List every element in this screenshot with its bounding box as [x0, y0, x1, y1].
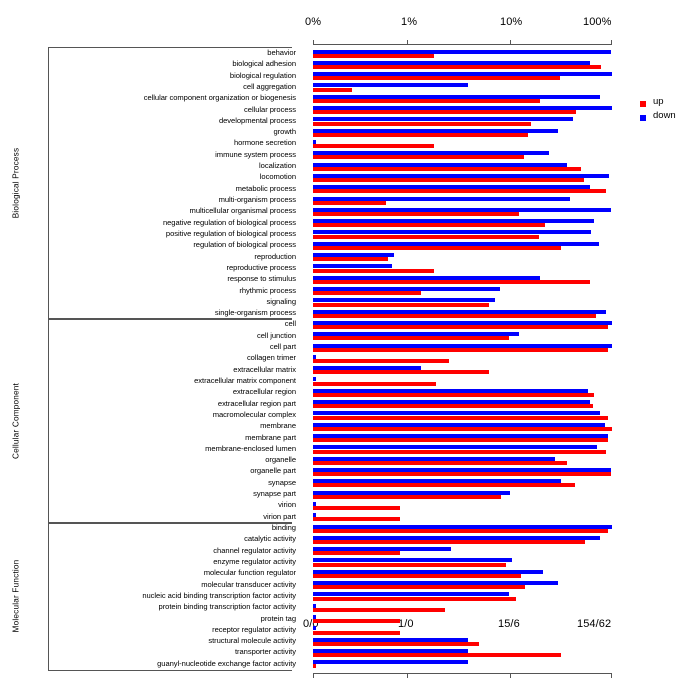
bar-up — [313, 630, 400, 635]
bar-up — [313, 325, 608, 330]
bar-up — [313, 415, 608, 420]
bottom-axis-tick — [313, 674, 315, 678]
group-bracket — [48, 521, 292, 671]
bar-down — [313, 660, 469, 665]
bar-up — [313, 393, 595, 397]
bottom-axis-tick — [610, 674, 612, 678]
bar-up — [313, 540, 586, 545]
bar-up — [313, 494, 502, 499]
go-enrichment-chart: 0% 1% 10% 100% 0/0 1/0 15/6 154/62 up do… — [0, 0, 700, 678]
bar-up — [313, 607, 445, 612]
bar-up — [313, 460, 568, 465]
bar-up — [313, 426, 612, 431]
bar-up — [313, 121, 532, 126]
bar-up — [313, 573, 521, 578]
bottom-axis-tick — [406, 674, 409, 678]
bar-up — [313, 370, 490, 375]
top-axis-tick — [510, 39, 512, 44]
bar-up — [313, 87, 352, 92]
bar-up — [313, 279, 590, 284]
bar-up — [313, 291, 421, 296]
bar-up — [313, 347, 608, 352]
top-axis-tick — [406, 39, 409, 44]
bar-up — [313, 336, 509, 341]
bar-up — [313, 144, 435, 149]
bar-up — [313, 257, 388, 262]
bar-up — [313, 53, 435, 58]
bar-up — [313, 664, 316, 669]
bar-up — [313, 178, 584, 183]
top-axis-tick — [313, 39, 315, 44]
bar-up — [313, 76, 560, 81]
bar-up — [313, 404, 593, 409]
bottom-axis-line — [313, 673, 612, 675]
bar-up — [313, 200, 387, 205]
bar-up — [313, 98, 541, 103]
bar-up — [313, 641, 479, 646]
bottom-axis-tick — [510, 674, 512, 678]
bottom-tick-label-1: 1/0 — [398, 618, 414, 630]
bar-up — [313, 562, 506, 567]
bar-up — [313, 585, 526, 590]
group-name-label: Molecular Function — [11, 559, 21, 633]
bar-up — [313, 472, 611, 477]
bar-up — [313, 506, 400, 511]
group-name-label: Cellular Component — [11, 382, 21, 459]
top-tick-label-3: 100% — [583, 16, 612, 28]
legend-swatch-down — [640, 115, 646, 121]
top-tick-label-2: 10% — [500, 16, 523, 28]
bar-up — [313, 528, 608, 533]
legend-label-up: up — [653, 96, 664, 107]
bar-up — [313, 359, 450, 364]
bar-up — [313, 234, 539, 239]
bar-up — [313, 166, 581, 171]
bar-up — [313, 65, 601, 69]
group-bracket — [48, 317, 292, 524]
bar-up — [313, 381, 436, 386]
bar-up — [313, 245, 562, 250]
bar-up — [313, 189, 607, 194]
bar-up — [313, 596, 517, 601]
top-axis-line — [313, 43, 612, 45]
top-axis-tick — [610, 39, 612, 44]
bar-up — [313, 110, 577, 115]
bottom-tick-label-2: 15/6 — [498, 618, 520, 630]
bar-up — [313, 155, 524, 160]
bar-up — [313, 517, 400, 522]
bar-up — [313, 313, 596, 318]
bar-up — [313, 302, 490, 307]
bar-up — [313, 483, 575, 488]
top-tick-label-1: 1% — [401, 16, 418, 28]
bar-up — [313, 449, 607, 454]
legend-swatch-up — [640, 101, 646, 107]
group-bracket — [48, 46, 292, 320]
bar-up — [313, 212, 520, 217]
group-name-label: Biological Process — [11, 147, 21, 219]
bar-up — [313, 438, 608, 443]
top-tick-label-0: 0% — [305, 16, 322, 28]
bar-up — [313, 551, 400, 556]
bar-up — [313, 223, 545, 228]
bar-up — [313, 268, 435, 273]
legend-label-down: down — [653, 110, 676, 121]
bar-up — [313, 653, 562, 658]
bottom-tick-label-3: 154/62 — [577, 618, 612, 630]
bar-up — [313, 619, 400, 624]
bar-up — [313, 132, 529, 137]
